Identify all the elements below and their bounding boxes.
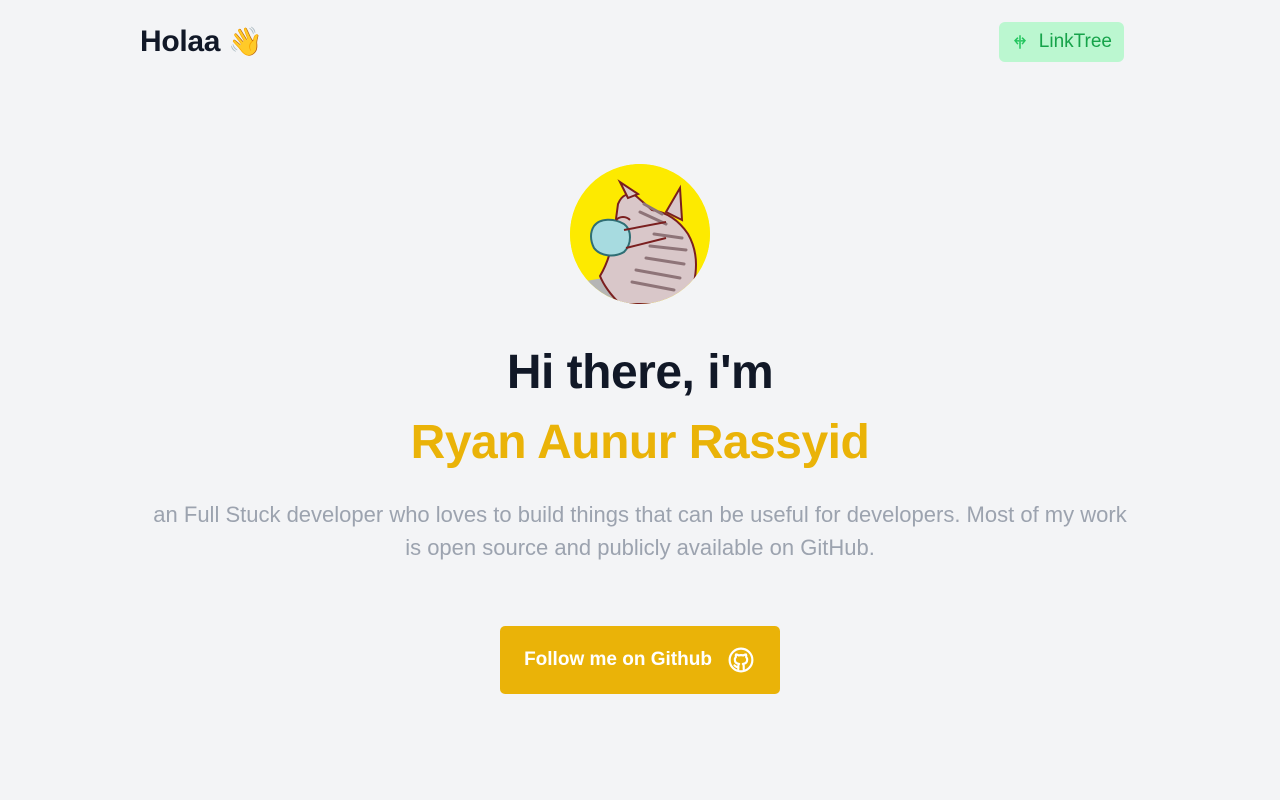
linktree-button[interactable]: LinkTree — [998, 22, 1124, 62]
follow-github-button[interactable]: Follow me on Github — [500, 626, 780, 694]
github-icon — [728, 647, 754, 673]
linktree-icon — [1011, 33, 1029, 51]
hero: Hi there, i'm Ryan Aunur Rassyid an Full… — [0, 164, 1280, 694]
cat-avatar-image — [570, 164, 710, 304]
greeting-heading: Hi there, i'm — [506, 346, 774, 399]
name-heading: Ryan Aunur Rassyid — [410, 416, 870, 469]
avatar — [570, 164, 710, 304]
linktree-label: LinkTree — [1038, 31, 1112, 52]
wave-emoji-icon: 👋 — [228, 26, 263, 57]
brand[interactable]: Holaa 👋 — [140, 25, 263, 59]
follow-github-label: Follow me on Github — [524, 649, 712, 670]
header: Holaa 👋 LinkTree — [140, 22, 1124, 62]
page: Holaa 👋 LinkTree Hi there, i'm Ryan Aunu… — [0, 0, 1280, 800]
bio-text: an Full Stuck developer who loves to bui… — [153, 502, 1127, 560]
brand-text: Holaa — [140, 25, 221, 58]
